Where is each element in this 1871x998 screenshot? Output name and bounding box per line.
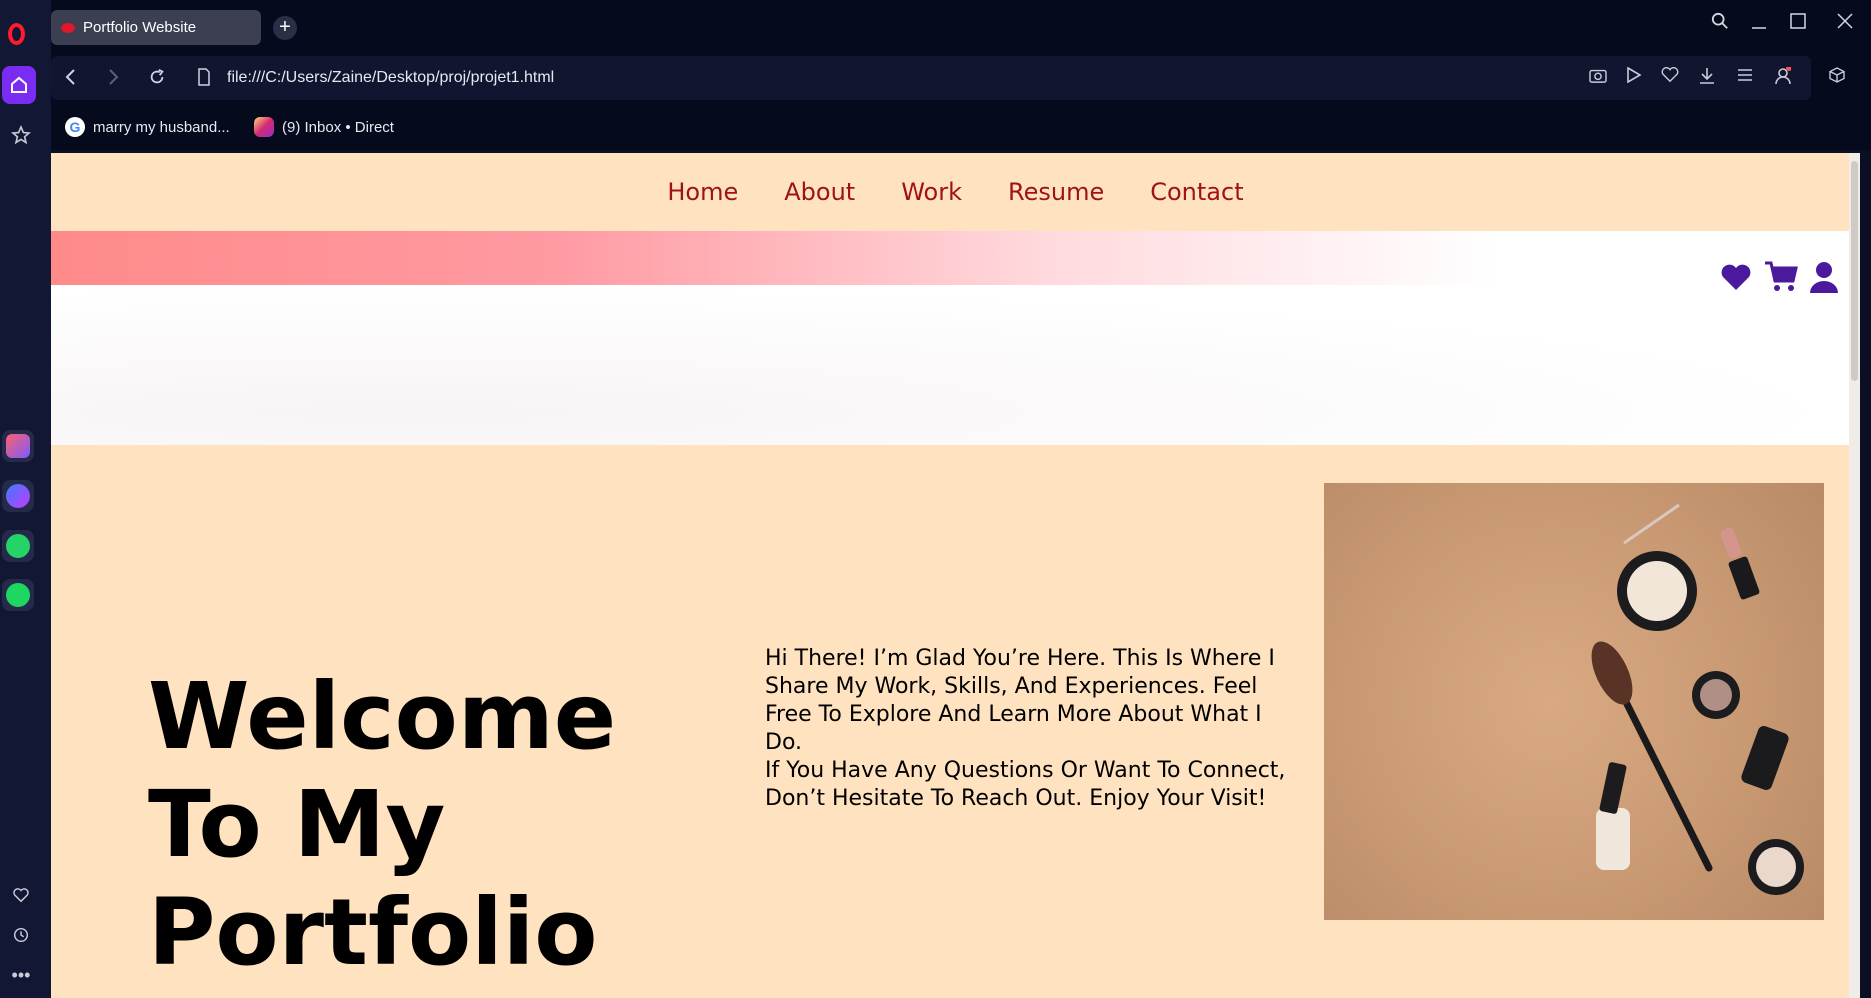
intro-paragraph: Hi There! I’m Glad You’re Here. This Is … <box>765 646 1275 755</box>
opera-logo-icon[interactable] <box>2 18 30 50</box>
nav-home[interactable]: Home <box>667 178 738 206</box>
messenger-icon[interactable] <box>2 480 34 512</box>
more-icon[interactable]: ••• <box>4 958 38 992</box>
star-icon[interactable] <box>4 118 38 152</box>
address-bar: file:///C:/Users/Zaine/Desktop/proj/proj… <box>51 56 1811 100</box>
web-page: Home About Work Resume Contact Welcome T… <box>51 153 1860 998</box>
tab-title: Portfolio Website <box>83 19 197 36</box>
search-icon[interactable] <box>1711 12 1729 36</box>
welcome-heading: Welcome To My Portfolio <box>148 663 616 987</box>
bookmark-label: (9) Inbox • Direct <box>282 118 394 136</box>
settings-sliders-icon[interactable] <box>1737 67 1753 88</box>
heart-icon-toolbar[interactable] <box>1661 67 1679 88</box>
welcome-line: Welcome <box>148 663 617 770</box>
spotify-icon[interactable] <box>2 579 34 611</box>
nav-resume[interactable]: Resume <box>1008 178 1104 206</box>
instagram-icon <box>254 117 274 137</box>
lips-favicon-icon <box>61 22 75 33</box>
bookmark-instagram[interactable]: (9) Inbox • Direct <box>254 117 394 137</box>
extensions-cube-icon[interactable] <box>1829 67 1845 88</box>
heart-icon[interactable] <box>1720 263 1752 296</box>
minimize-icon[interactable] <box>1751 12 1767 36</box>
close-icon[interactable] <box>1837 12 1853 35</box>
bookmarks-bar: G marry my husband... (9) Inbox • Direct <box>51 105 1871 150</box>
play-icon[interactable] <box>1626 66 1642 88</box>
user-icon[interactable] <box>1810 261 1838 298</box>
home-icon[interactable] <box>2 66 36 104</box>
bookmark-label: marry my husband... <box>93 118 230 136</box>
intro-text: Hi There! I’m Glad You’re Here. This Is … <box>765 645 1305 813</box>
forward-icon[interactable] <box>106 68 120 92</box>
nav-contact[interactable]: Contact <box>1150 178 1243 206</box>
profile-icon[interactable] <box>1775 65 1792 90</box>
aria-app-icon[interactable] <box>2 430 34 462</box>
whatsapp-icon[interactable] <box>2 530 34 562</box>
banner-gradient-stripe <box>51 231 1860 285</box>
tab-bar: Portfolio Website + <box>51 0 1871 54</box>
file-icon <box>197 68 211 92</box>
makeup-photo <box>1324 483 1824 920</box>
google-icon: G <box>65 117 85 137</box>
welcome-line: To My <box>148 771 446 878</box>
history-icon[interactable] <box>4 918 38 952</box>
banner-fade <box>51 285 1860 445</box>
browser-sidebar: ••• <box>0 0 51 998</box>
hero-banner <box>51 231 1860 445</box>
cart-icon[interactable] <box>1764 261 1798 298</box>
camera-icon[interactable] <box>1589 67 1607 88</box>
new-tab-button[interactable]: + <box>273 16 297 40</box>
site-icons <box>1720 261 1838 298</box>
back-icon[interactable] <box>64 68 78 92</box>
reload-icon[interactable] <box>148 68 166 92</box>
bookmark-google[interactable]: G marry my husband... <box>65 117 230 137</box>
intro-paragraph: If You Have Any Questions Or Want To Con… <box>765 758 1286 811</box>
heart-outline-icon[interactable] <box>4 878 38 912</box>
page-scrollbar[interactable] <box>1849 153 1860 998</box>
url-field[interactable]: file:///C:/Users/Zaine/Desktop/proj/proj… <box>227 69 554 87</box>
nav-about[interactable]: About <box>784 178 855 206</box>
nav-work[interactable]: Work <box>901 178 962 206</box>
tab-portfolio[interactable]: Portfolio Website <box>51 10 261 45</box>
maximize-icon[interactable] <box>1790 12 1806 35</box>
download-icon[interactable] <box>1699 67 1715 90</box>
welcome-line: Portfolio <box>148 879 598 986</box>
address-bar-row: file:///C:/Users/Zaine/Desktop/proj/proj… <box>51 54 1871 105</box>
site-nav: Home About Work Resume Contact <box>51 153 1860 231</box>
